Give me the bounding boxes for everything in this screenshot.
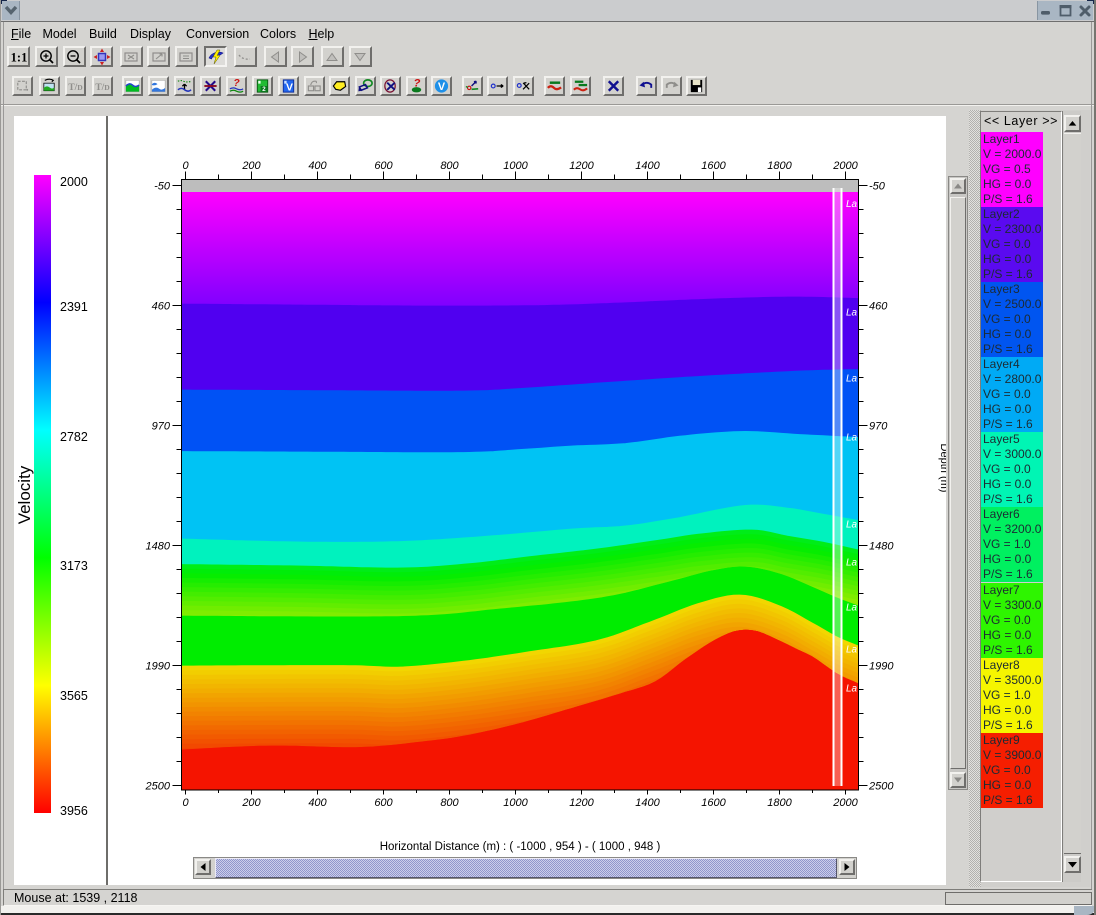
- svg-text:2: 2: [262, 86, 266, 93]
- svg-text:La: La: [846, 433, 858, 444]
- svg-text:La: La: [846, 558, 858, 569]
- svg-text:3565: 3565: [60, 689, 88, 703]
- svg-text:1600: 1600: [701, 797, 726, 809]
- svg-text:La: La: [846, 374, 858, 385]
- svg-text:600: 600: [374, 797, 393, 809]
- svg-text:460: 460: [152, 301, 171, 313]
- svg-text:T/D: T/D: [95, 83, 110, 93]
- svg-text:2391: 2391: [60, 300, 88, 314]
- svg-text:0: 0: [182, 160, 189, 172]
- svg-text:3173: 3173: [60, 559, 88, 573]
- svg-text:0: 0: [182, 797, 189, 809]
- svg-text:2000: 2000: [832, 160, 858, 172]
- svg-text:2500: 2500: [868, 781, 894, 793]
- svg-text:2782: 2782: [60, 430, 88, 444]
- svg-text:800: 800: [440, 797, 459, 809]
- svg-text:1:1: 1:1: [10, 50, 27, 64]
- svg-text:1600: 1600: [701, 160, 726, 172]
- svg-text:Velocity: Velocity: [15, 465, 34, 524]
- svg-text:La: La: [846, 520, 858, 531]
- svg-text:T/D: T/D: [68, 83, 83, 93]
- svg-text:200: 200: [241, 797, 261, 809]
- svg-text:400: 400: [308, 797, 327, 809]
- svg-text:-50: -50: [154, 181, 171, 193]
- svg-text:La: La: [846, 645, 858, 656]
- svg-text:970: 970: [869, 421, 888, 433]
- svg-text:1200: 1200: [569, 797, 594, 809]
- svg-text:1800: 1800: [767, 797, 792, 809]
- svg-text:1000: 1000: [503, 160, 528, 172]
- svg-text:Depth (m): Depth (m): [938, 444, 946, 493]
- svg-text:1480: 1480: [869, 541, 894, 553]
- svg-text:1000: 1000: [503, 797, 528, 809]
- svg-text:1990: 1990: [146, 661, 171, 673]
- svg-text:-50: -50: [869, 181, 886, 193]
- svg-text:1400: 1400: [635, 797, 660, 809]
- svg-text:2000: 2000: [60, 175, 88, 189]
- svg-text:400: 400: [308, 160, 327, 172]
- svg-text:V: V: [285, 82, 292, 93]
- svg-text:3956: 3956: [60, 804, 88, 818]
- svg-text:La: La: [846, 684, 858, 695]
- svg-text:1480: 1480: [146, 541, 171, 553]
- svg-text:1800: 1800: [767, 160, 792, 172]
- svg-text:1400: 1400: [635, 160, 660, 172]
- svg-text:2500: 2500: [145, 781, 171, 793]
- svg-text:1200: 1200: [569, 160, 594, 172]
- svg-text:La: La: [846, 308, 858, 319]
- svg-text:1990: 1990: [869, 661, 894, 673]
- svg-text:460: 460: [869, 301, 888, 313]
- svg-text:200: 200: [241, 160, 261, 172]
- svg-text:Horizontal Distance (m) : ( -1: Horizontal Distance (m) : ( -1000 , 954 …: [380, 841, 661, 853]
- svg-text:2000: 2000: [832, 797, 858, 809]
- svg-text:La: La: [846, 603, 858, 614]
- svg-text:800: 800: [440, 160, 459, 172]
- svg-text:La: La: [846, 199, 858, 210]
- svg-text:V: V: [438, 81, 446, 93]
- svg-text:970: 970: [152, 421, 171, 433]
- svg-text:600: 600: [374, 160, 393, 172]
